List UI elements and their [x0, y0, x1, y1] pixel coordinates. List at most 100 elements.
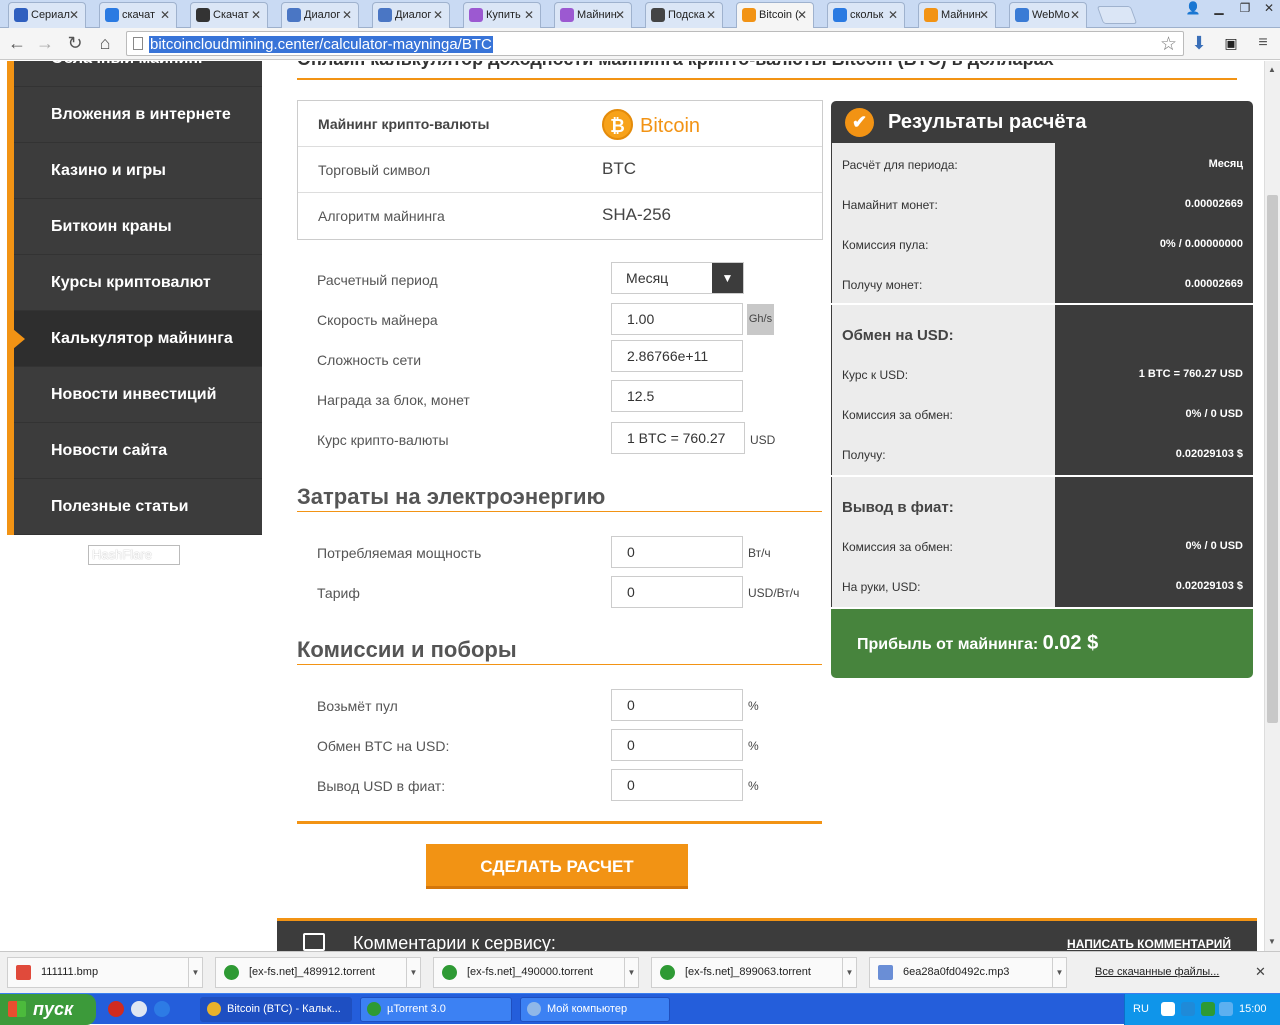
- sidebar-item[interactable]: Вложения в интернете: [14, 87, 262, 143]
- back-icon[interactable]: ←: [6, 33, 28, 55]
- home-icon[interactable]: ⌂: [94, 33, 116, 55]
- media-player-icon[interactable]: [131, 1001, 147, 1017]
- rate-input[interactable]: 1 BTC = 760.27: [611, 422, 745, 454]
- reward-input[interactable]: 12.5: [611, 380, 743, 412]
- menu-icon[interactable]: ≡: [1252, 33, 1274, 55]
- close-tab-icon[interactable]: ✕: [69, 8, 79, 22]
- browser-tab[interactable]: скачат ✕: [99, 2, 177, 28]
- start-button[interactable]: пуск: [0, 994, 96, 1025]
- info-row-symbol: Торговый символ BTC: [298, 147, 822, 193]
- sidebar-item[interactable]: Курсы криптовалют: [14, 255, 262, 311]
- close-window-button[interactable]: ✕: [1256, 0, 1280, 18]
- browser-tab[interactable]: Сериал ✕: [8, 2, 86, 28]
- sidebar-item[interactable]: Новости сайта: [14, 423, 262, 479]
- opera-icon[interactable]: [108, 1001, 124, 1017]
- bitcoin-icon: ₿: [602, 109, 633, 140]
- tariff-input[interactable]: 0: [611, 576, 743, 608]
- download-options-icon[interactable]: ▼: [1052, 958, 1066, 987]
- power-input[interactable]: 0: [611, 536, 743, 568]
- sidebar-item[interactable]: Новости инвестиций: [14, 367, 262, 423]
- scrollbar-thumb[interactable]: [1267, 195, 1278, 723]
- close-tab-icon[interactable]: ✕: [979, 8, 989, 22]
- info-row-algorithm: Алгоритм майнинга SHA-256: [298, 193, 822, 239]
- exchange-fee-input[interactable]: 0: [611, 729, 743, 761]
- download-icon[interactable]: ⬇: [1188, 33, 1210, 55]
- browser-tab[interactable]: WebMo ✕: [1009, 2, 1087, 28]
- download-item[interactable]: [ex-fs.net]_489912.torrent ▼: [215, 957, 421, 988]
- browser-tab[interactable]: скольк ✕: [827, 2, 905, 28]
- close-tab-icon[interactable]: ✕: [342, 8, 352, 22]
- url-text[interactable]: bitcoincloudmining.center/calculator-may…: [149, 36, 493, 53]
- close-tab-icon[interactable]: ✕: [251, 8, 261, 22]
- close-tab-icon[interactable]: ✕: [160, 8, 170, 22]
- sidebar-item[interactable]: Биткоин краны: [14, 199, 262, 255]
- close-tab-icon[interactable]: ✕: [706, 8, 716, 22]
- forward-icon[interactable]: →: [34, 33, 56, 55]
- browser-tab[interactable]: Майнин ✕: [918, 2, 996, 28]
- power-label: Потребляемая мощность: [317, 545, 482, 561]
- user-icon[interactable]: 👤: [1180, 0, 1206, 18]
- sidebar-item[interactable]: Калькулятор майнинга: [13, 311, 262, 367]
- withdraw-fee-input[interactable]: 0: [611, 769, 743, 801]
- taskbar-button[interactable]: Мой компьютер: [520, 997, 670, 1022]
- close-tab-icon[interactable]: ✕: [888, 8, 898, 22]
- download-item[interactable]: 111111.bmp ▼: [7, 957, 203, 988]
- language-indicator[interactable]: RU: [1133, 1003, 1149, 1015]
- browser-tab[interactable]: Скачат ✕: [190, 2, 268, 28]
- close-icon[interactable]: ✕: [1255, 964, 1266, 980]
- network-icon[interactable]: [1181, 1002, 1195, 1016]
- download-options-icon[interactable]: ▼: [188, 958, 202, 987]
- scroll-down-icon[interactable]: ▼: [1268, 937, 1276, 946]
- browser-tab[interactable]: Подска ✕: [645, 2, 723, 28]
- quicklaunch-icon[interactable]: [154, 1001, 170, 1017]
- title-divider: [297, 78, 1237, 80]
- close-tab-icon[interactable]: ✕: [615, 8, 625, 22]
- period-select[interactable]: Месяц ▼: [611, 262, 744, 294]
- download-item[interactable]: [ex-fs.net]_490000.torrent ▼: [433, 957, 639, 988]
- minimize-button[interactable]: ▁: [1206, 0, 1232, 18]
- search-icon: [105, 8, 119, 22]
- close-tab-icon[interactable]: ✕: [1070, 8, 1080, 22]
- close-tab-icon[interactable]: ✕: [797, 8, 807, 22]
- scroll-up-icon[interactable]: ▲: [1268, 65, 1276, 74]
- utorrent-tray-icon[interactable]: [1201, 1002, 1215, 1016]
- page-scrollbar[interactable]: ▲ ▼: [1264, 61, 1280, 951]
- download-options-icon[interactable]: ▼: [624, 958, 638, 987]
- maximize-button[interactable]: ❐: [1232, 0, 1258, 18]
- sidebar-item[interactable]: Казино и игры: [14, 143, 262, 199]
- write-comment-link[interactable]: НАПИСАТЬ КОММЕНТАРИЙ: [1067, 937, 1231, 951]
- withdraw-fee-unit: %: [748, 779, 759, 793]
- difficulty-input[interactable]: 2.86766e+11: [611, 340, 743, 372]
- all-downloads-link[interactable]: Все скачанные файлы...: [1095, 966, 1219, 978]
- help-icon[interactable]: [1161, 1002, 1175, 1016]
- sidebar-item[interactable]: Полезные статьи: [14, 479, 262, 535]
- taskbar-button[interactable]: Bitcoin (BTC) - Кальк...: [200, 997, 352, 1022]
- speed-input[interactable]: 1.00: [611, 303, 743, 335]
- taskbar-button[interactable]: µTorrent 3.0: [360, 997, 512, 1022]
- sidebar-item[interactable]: Облачный майнинг: [14, 61, 262, 87]
- browser-tab[interactable]: Майнин ✕: [554, 2, 632, 28]
- chevron-down-icon[interactable]: ▼: [712, 263, 743, 293]
- volume-icon[interactable]: [1219, 1002, 1233, 1016]
- browser-tab[interactable]: Купить ✕: [463, 2, 541, 28]
- address-bar[interactable]: bitcoincloudmining.center/calculator-may…: [126, 31, 1184, 56]
- download-options-icon[interactable]: ▼: [842, 958, 856, 987]
- download-options-icon[interactable]: ▼: [406, 958, 420, 987]
- extension-icon[interactable]: ▣: [1220, 33, 1242, 55]
- pool-fee-input[interactable]: 0: [611, 689, 743, 721]
- download-item[interactable]: [ex-fs.net]_899063.torrent ▼: [651, 957, 857, 988]
- close-tab-icon[interactable]: ✕: [524, 8, 534, 22]
- browser-tab[interactable]: Диалог ✕: [281, 2, 359, 28]
- close-tab-icon[interactable]: ✕: [433, 8, 443, 22]
- reload-icon[interactable]: ↻: [64, 33, 86, 55]
- calculate-button[interactable]: СДЕЛАТЬ РАСЧЕТ: [426, 844, 688, 889]
- download-item[interactable]: 6ea28a0fd0492c.mp3 ▼: [869, 957, 1067, 988]
- exchange-fee-unit: %: [748, 739, 759, 753]
- new-tab-button[interactable]: [1096, 6, 1138, 24]
- browser-tab[interactable]: Диалог ✕: [372, 2, 450, 28]
- browser-tab[interactable]: Bitcoin (✕: [736, 2, 814, 29]
- speed-unit-button[interactable]: Gh/s: [747, 304, 774, 335]
- bookmark-star-icon[interactable]: ☆: [1160, 33, 1177, 56]
- period-label: Расчетный период: [317, 272, 438, 288]
- hashflare-banner[interactable]: HashFlare: [88, 545, 180, 565]
